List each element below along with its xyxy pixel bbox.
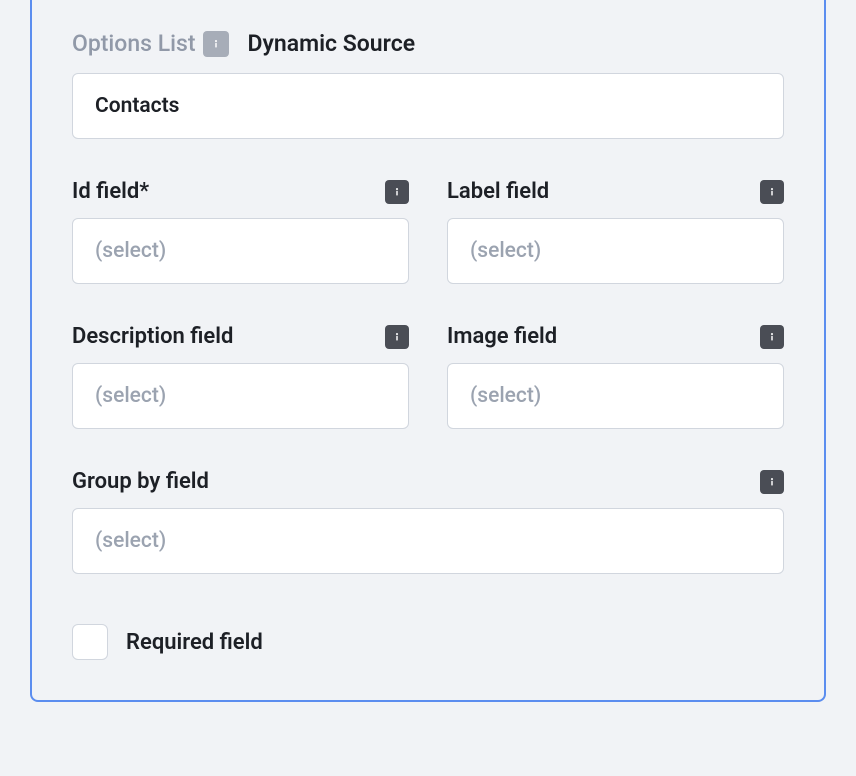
image-field-label: Image field [447,324,557,349]
info-icon[interactable] [760,325,784,349]
info-icon[interactable] [203,31,229,57]
required-checkbox[interactable] [72,624,108,660]
description-field-col: Description field (select) [72,324,409,429]
id-field-select[interactable]: (select) [72,218,409,284]
description-field-label: Description field [72,324,233,349]
row-description-image: Description field (select) Image field [72,324,784,429]
image-field-placeholder: (select) [470,384,541,408]
config-panel: Options List Dynamic Source Id field* [30,0,826,702]
info-icon[interactable] [385,325,409,349]
group-by-label-row: Group by field [72,469,784,494]
label-field-label: Label field [447,179,549,204]
tab-options-list-label: Options List [72,30,195,57]
description-field-select[interactable]: (select) [72,363,409,429]
description-field-label-row: Description field [72,324,409,349]
group-by-field-placeholder: (select) [95,529,166,553]
info-icon[interactable] [760,180,784,204]
row-id-label: Id field* (select) Label field [72,179,784,284]
description-field-placeholder: (select) [95,384,166,408]
id-field-col: Id field* (select) [72,179,409,284]
label-field-select[interactable]: (select) [447,218,784,284]
label-field-label-row: Label field [447,179,784,204]
tab-dynamic-source-label: Dynamic Source [247,30,415,57]
required-row: Required field [72,624,784,660]
tab-options-list[interactable]: Options List [72,30,229,57]
dynamic-source-input[interactable] [72,73,784,139]
tab-dynamic-source[interactable]: Dynamic Source [247,30,415,57]
label-field-placeholder: (select) [470,239,541,263]
info-icon[interactable] [385,180,409,204]
required-label: Required field [126,630,263,655]
image-field-col: Image field (select) [447,324,784,429]
image-field-select[interactable]: (select) [447,363,784,429]
label-field-col: Label field (select) [447,179,784,284]
group-by-field-select[interactable]: (select) [72,508,784,574]
group-by-field-label: Group by field [72,469,209,494]
group-by-row: Group by field (select) [72,469,784,574]
tabs-row: Options List Dynamic Source [72,30,784,57]
id-field-placeholder: (select) [95,239,166,263]
image-field-label-row: Image field [447,324,784,349]
id-field-label-row: Id field* [72,179,409,204]
id-field-label: Id field* [72,179,149,204]
info-icon[interactable] [760,470,784,494]
